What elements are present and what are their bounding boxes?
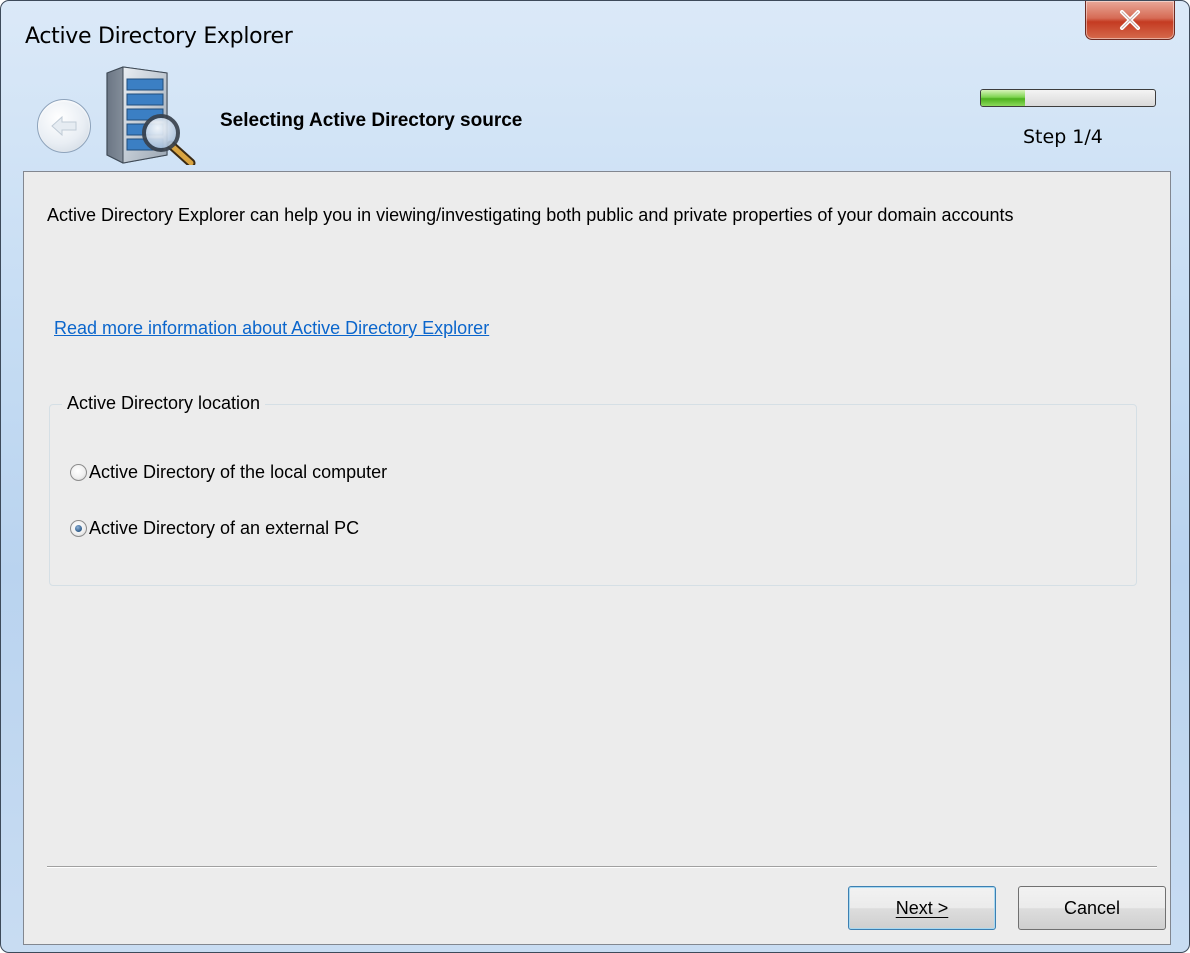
- read-more-link[interactable]: Read more information about Active Direc…: [54, 318, 489, 339]
- radio-label: Active Directory of an external PC: [89, 518, 360, 538]
- back-arrow-icon: [51, 115, 77, 137]
- step-title: Selecting Active Directory source: [220, 110, 523, 131]
- close-button[interactable]: [1085, 1, 1175, 40]
- step-indicator: Step 1/4: [1023, 126, 1103, 148]
- server-search-icon: [106, 66, 196, 165]
- radio-external-pc[interactable]: Active Directory of an external PC: [70, 518, 359, 539]
- cancel-button-label: Cancel: [1063, 897, 1121, 918]
- radio-button-checked-icon[interactable]: [70, 520, 87, 537]
- ad-location-group: Active Directory location Active Directo…: [49, 393, 1137, 586]
- next-button-label: Next >: [895, 897, 949, 918]
- group-legend: Active Directory location: [62, 393, 266, 414]
- footer-separator: [47, 866, 1157, 868]
- window-title: Active Directory Explorer: [25, 24, 293, 49]
- cancel-button[interactable]: Cancel: [1018, 886, 1166, 930]
- radio-label: Active Directory of the local computer: [89, 462, 388, 482]
- radio-button-icon[interactable]: [70, 464, 87, 481]
- progress-fill: [981, 90, 1025, 106]
- close-icon: [1120, 10, 1140, 30]
- wizard-window: Active Directory Explorer Selecting Acti…: [0, 0, 1190, 953]
- next-button[interactable]: Next >: [848, 886, 996, 930]
- radio-local-computer[interactable]: Active Directory of the local computer: [70, 462, 387, 483]
- wizard-progress-bar: [980, 89, 1156, 107]
- wizard-content-panel: Active Directory Explorer can help you i…: [23, 171, 1171, 945]
- back-button[interactable]: [37, 99, 91, 153]
- description-text: Active Directory Explorer can help you i…: [47, 205, 1014, 225]
